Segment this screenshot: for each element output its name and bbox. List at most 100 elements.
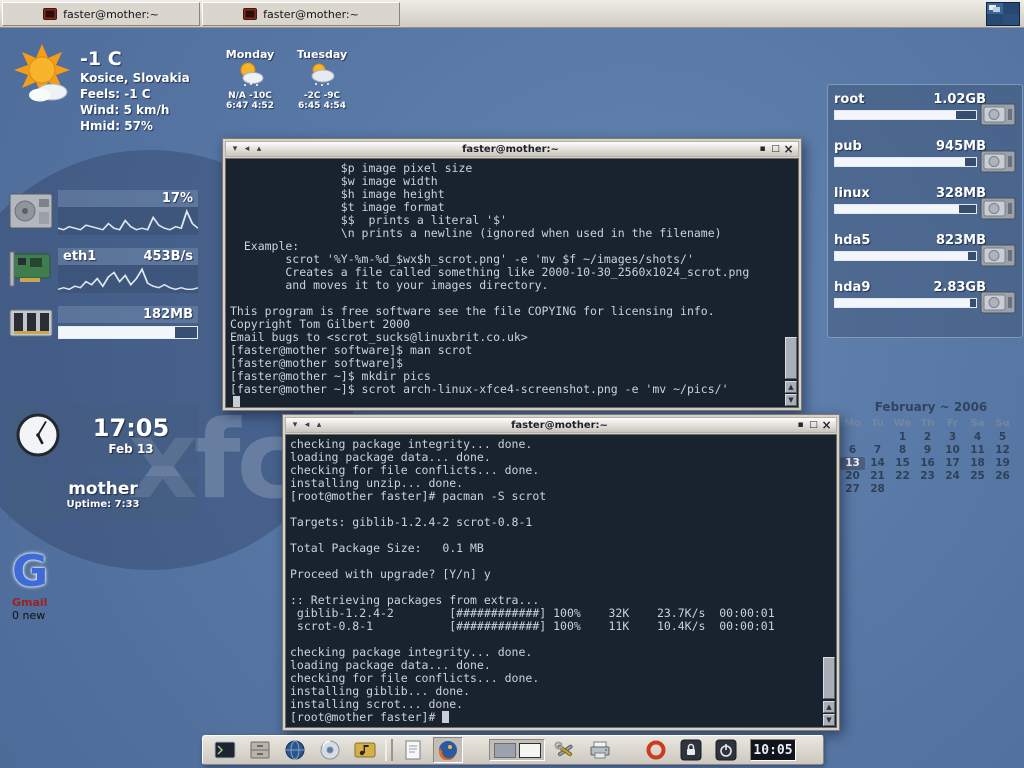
disk-row: root1.02GB <box>834 92 1016 139</box>
disk-name: hda9 <box>834 280 870 295</box>
disk-row: linux328MB <box>834 186 1016 233</box>
gmail-label: Gmail <box>12 596 102 609</box>
weather-location: Kosice, Slovakia <box>80 70 190 86</box>
web-browser-launcher[interactable] <box>280 737 310 763</box>
maximize-button[interactable]: □ <box>769 143 782 155</box>
analog-clock-icon <box>14 411 62 459</box>
quit-button[interactable] <box>711 737 741 763</box>
document-icon <box>405 740 421 760</box>
workspace-pager[interactable] <box>489 739 545 761</box>
titlebar[interactable]: ▾ ◂ ▴ faster@mother:~ ▪ □ × <box>225 141 799 157</box>
forecast-temps: -2C -9C <box>286 91 358 101</box>
titlebar-menu-up-icon[interactable]: ▴ <box>313 420 325 430</box>
disk-name: pub <box>834 139 862 154</box>
current-temp: -1 C <box>80 48 190 70</box>
task-button-label: faster@mother:~ <box>63 8 159 21</box>
calendar-day: 19 <box>990 457 1015 470</box>
calendar-day-header: Fr <box>940 418 965 431</box>
forecast-day-monday: Monday N/A -10C 6:47 4:52 <box>214 48 286 111</box>
lock-screen-button[interactable] <box>676 737 706 763</box>
terminal-window-1: ▾ ◂ ▴ faster@mother:~ ▪ □ × $p image pix… <box>222 138 802 411</box>
clock-widget: 17:05 Feb 13 <box>8 404 198 466</box>
calendar-day-header: Th <box>915 418 940 431</box>
titlebar-menu-down-icon[interactable]: ▾ <box>229 144 241 154</box>
desktop: { "wallpaper": { "powered_by": "powered … <box>0 0 1024 768</box>
calendar-day: 5 <box>990 431 1015 444</box>
calendar-day-empty <box>890 483 915 496</box>
disk-usage-bar <box>834 298 977 308</box>
titlebar-menu-left-icon[interactable]: ◂ <box>241 144 253 154</box>
close-button[interactable]: × <box>820 419 833 431</box>
file-manager-launcher[interactable] <box>245 737 275 763</box>
scroll-up-button[interactable]: ▲ <box>823 701 835 713</box>
date-label: Feb 13 <box>70 442 192 456</box>
gmail-unread-count: 0 new <box>12 609 102 622</box>
terminal-screen[interactable]: $p image pixel size $w image width $h im… <box>225 158 799 408</box>
minimize-button[interactable]: ▪ <box>794 419 807 431</box>
calendar-day: 26 <box>990 470 1015 483</box>
music-note-icon <box>354 741 376 759</box>
workspace-1[interactable] <box>494 743 516 758</box>
cd-player-launcher[interactable] <box>315 737 345 763</box>
disk-row: pub945MB <box>834 139 1016 186</box>
calendar-day: 2 <box>915 431 940 444</box>
calendar-title: February ~ 2006 <box>840 400 1022 414</box>
music-player-launcher[interactable] <box>641 737 671 763</box>
close-button[interactable]: × <box>782 143 795 155</box>
forecast-temps: N/A -10C <box>214 91 286 101</box>
settings-launcher[interactable] <box>550 737 580 763</box>
gmail-widget[interactable]: G Gmail 0 new <box>12 548 102 622</box>
digital-time: 17:05 <box>70 414 192 442</box>
workspace-switcher[interactable] <box>986 2 1020 26</box>
maximize-button[interactable]: □ <box>807 419 820 431</box>
weather-wind: Wind: 5 km/h <box>80 102 190 118</box>
panel-handle[interactable] <box>385 739 393 761</box>
minimize-button[interactable]: ▪ <box>756 143 769 155</box>
tools-icon <box>554 740 576 760</box>
calendar-day: 22 <box>890 470 915 483</box>
ram-monitor-widget: 182MB <box>8 306 198 340</box>
forecast-suntimes: 6:45 4:54 <box>286 101 358 111</box>
uptime-label: Uptime: 7:33 <box>8 499 198 510</box>
ram-usage-bar <box>58 326 198 339</box>
calendar-widget: February ~ 2006 MoTuWeThFrSaSu1234567891… <box>840 400 1022 496</box>
scroll-up-button[interactable]: ▲ <box>785 381 797 393</box>
media-player-launcher[interactable] <box>350 737 380 763</box>
printer-launcher[interactable] <box>585 737 615 763</box>
network-monitor-widget: eth1 453B/s <box>8 248 198 293</box>
terminal-cursor <box>442 711 449 723</box>
terminal-icon <box>43 8 57 20</box>
host-widget: mother Uptime: 7:33 <box>8 476 198 520</box>
calendar-day: 21 <box>865 470 890 483</box>
net-graph <box>58 265 198 293</box>
disk-usage-bar <box>834 204 977 214</box>
calendar-day: 1 <box>890 431 915 444</box>
notes-launcher[interactable] <box>398 737 428 763</box>
firefox-launcher[interactable] <box>433 737 463 763</box>
calendar-day: 23 <box>915 470 940 483</box>
calendar-day-header: Mo <box>840 418 865 431</box>
terminal-screen[interactable]: checking package integrity... done. load… <box>285 434 837 728</box>
task-button-1[interactable]: faster@mother:~ <box>2 2 200 26</box>
disk-usage-bar <box>834 157 977 167</box>
ram-icon <box>8 306 54 340</box>
panel-clock[interactable]: 10:05 <box>750 739 796 761</box>
titlebar[interactable]: ▾ ◂ ▴ faster@mother:~ ▪ □ × <box>285 417 837 433</box>
scrollbar-thumb[interactable] <box>823 657 835 699</box>
scrollbar-thumb[interactable] <box>785 337 797 379</box>
calendar-day-empty <box>865 431 890 444</box>
sun-snow-icon <box>235 61 265 87</box>
window-title: faster@mother:~ <box>265 144 756 155</box>
task-button-2[interactable]: faster@mother:~ <box>202 2 400 26</box>
calendar-day-empty <box>840 431 865 444</box>
scroll-down-button[interactable]: ▼ <box>785 394 797 406</box>
titlebar-menu-up-icon[interactable]: ▴ <box>253 144 265 154</box>
calendar-day: 15 <box>890 457 915 470</box>
terminal-launcher[interactable] <box>210 737 240 763</box>
titlebar-menu-left-icon[interactable]: ◂ <box>301 420 313 430</box>
calendar-day-header: Su <box>990 418 1015 431</box>
scroll-down-button[interactable]: ▼ <box>823 714 835 726</box>
workspace-2-active[interactable] <box>519 743 541 758</box>
calendar-day: 9 <box>915 444 940 457</box>
titlebar-menu-down-icon[interactable]: ▾ <box>289 420 301 430</box>
